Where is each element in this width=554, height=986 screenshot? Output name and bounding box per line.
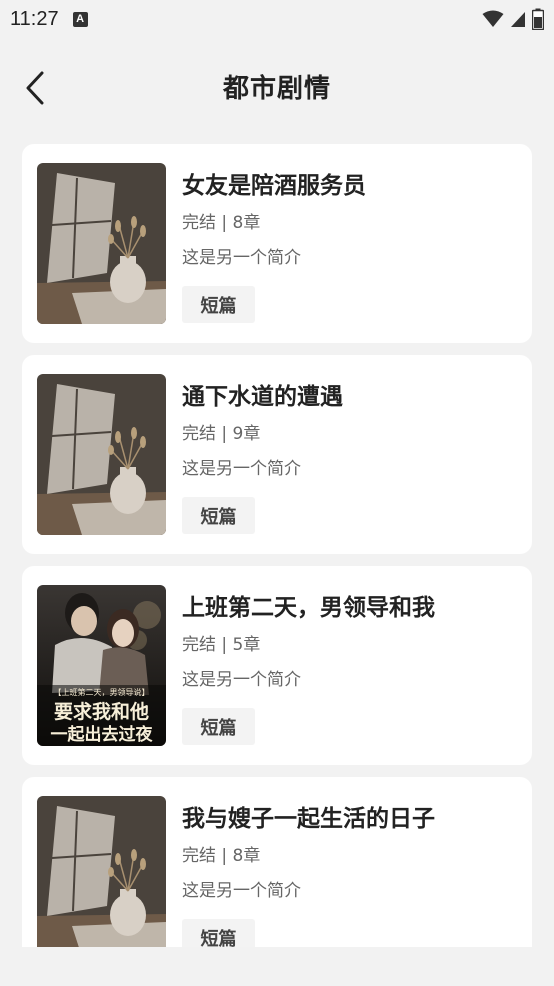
header: 都市剧情: [0, 38, 554, 138]
vase-still-life-image: [37, 163, 166, 324]
book-tag[interactable]: 短篇: [182, 919, 255, 947]
book-status: 完结: [182, 635, 216, 655]
book-description: 这是另一个简介: [182, 459, 301, 479]
cover-text-line3: 一起出去过夜: [50, 725, 153, 745]
cellular-signal-icon: [511, 12, 525, 27]
battery-icon: [532, 8, 544, 30]
status-left: 11:27 A: [10, 8, 88, 31]
book-tag[interactable]: 短篇: [182, 286, 255, 323]
book-chapters: 5章: [232, 635, 261, 655]
book-tag[interactable]: 短篇: [182, 708, 255, 745]
book-cover[interactable]: [37, 374, 166, 535]
book-cover[interactable]: [37, 163, 166, 324]
book-meta: 完结 | 8章: [182, 841, 260, 866]
status-time: 11:27: [10, 7, 59, 30]
vase-still-life-image: [37, 796, 166, 947]
book-title: 通下水道的遭遇: [182, 384, 343, 410]
book-meta: 完结 | 9章: [182, 419, 260, 444]
page-title: 都市剧情: [222, 74, 331, 104]
vase-still-life-image: [37, 374, 166, 535]
book-tag[interactable]: 短篇: [182, 497, 255, 534]
book-status: 完结: [182, 424, 216, 444]
book-chapters: 9章: [232, 424, 261, 444]
book-status: 完结: [182, 846, 216, 866]
book-title: 女友是陪酒服务员: [182, 173, 366, 199]
meta-separator: |: [221, 846, 228, 866]
meta-separator: |: [221, 635, 228, 655]
book-description: 这是另一个简介: [182, 248, 301, 268]
book-description: 这是另一个简介: [182, 881, 301, 901]
book-title: 我与嫂子一起生活的日子: [182, 806, 435, 832]
book-list[interactable]: 女友是陪酒服务员 完结 | 8章 这是另一个简介 短篇 通下水道的遭遇 完结 |…: [22, 144, 532, 947]
book-card[interactable]: 通下水道的遭遇 完结 | 9章 这是另一个简介 短篇: [22, 355, 532, 554]
app-notification-icon: A: [72, 11, 88, 27]
meta-separator: |: [221, 424, 228, 444]
book-status: 完结: [182, 213, 216, 233]
meta-separator: |: [221, 213, 228, 233]
book-chapters: 8章: [232, 846, 261, 866]
book-title: 上班第二天，男领导和我: [182, 595, 435, 621]
book-card[interactable]: 【上班第二天，男领导说】 要求我和他 一起出去过夜 上班第二天，男领导和我 完结…: [22, 566, 532, 765]
book-description: 这是另一个简介: [182, 670, 301, 690]
bottom-area: [0, 947, 554, 986]
book-card[interactable]: 我与嫂子一起生活的日子 完结 | 8章 这是另一个简介 短篇: [22, 777, 532, 947]
status-right: [482, 8, 544, 30]
book-meta: 完结 | 8章: [182, 208, 260, 233]
book-meta: 完结 | 5章: [182, 630, 260, 655]
book-chapters: 8章: [232, 213, 261, 233]
book-cover[interactable]: 【上班第二天，男领导说】 要求我和他 一起出去过夜: [37, 585, 166, 746]
wifi-icon: [482, 10, 504, 27]
book-cover[interactable]: [37, 796, 166, 947]
status-bar: 11:27 A: [0, 0, 554, 38]
book-card[interactable]: 女友是陪酒服务员 完结 | 8章 这是另一个简介 短篇: [22, 144, 532, 343]
